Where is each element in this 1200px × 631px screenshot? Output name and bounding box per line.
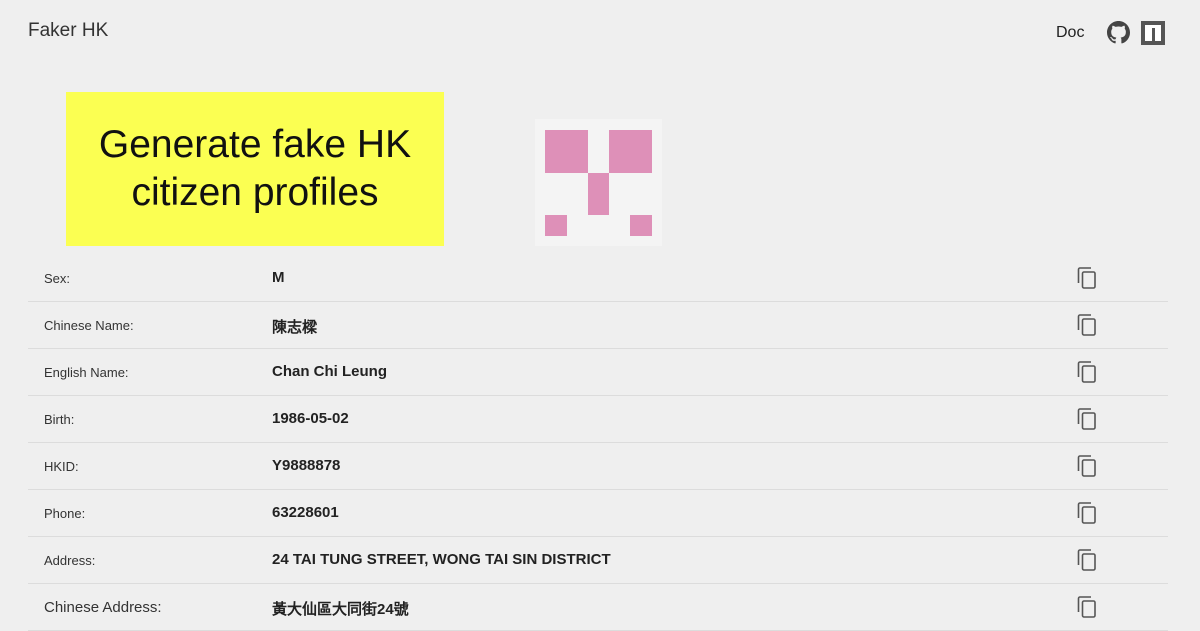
hero-banner: Generate fake HK citizen profiles: [66, 92, 444, 246]
profile-row-chinese-address: Chinese Address: 黃大仙區大同街24號: [28, 584, 1168, 631]
doc-link[interactable]: Doc: [1056, 24, 1084, 42]
profile-row-birth: Birth: 1986-05-02: [28, 396, 1168, 443]
profile-table: Sex: M Chinese Name: 陳志樑 English Name: C…: [28, 255, 1168, 631]
row-label: HKID:: [44, 459, 79, 474]
row-value: 黃大仙區大同街24號: [272, 601, 409, 618]
profile-row-address: Address: 24 TAI TUNG STREET, WONG TAI SI…: [28, 537, 1168, 584]
row-label: Phone:: [44, 506, 86, 521]
row-label: Address:: [44, 553, 96, 568]
row-label: Chinese Name:: [44, 318, 134, 333]
row-value: 63228601: [272, 504, 339, 521]
row-label: Sex:: [44, 271, 71, 286]
github-icon[interactable]: [1107, 21, 1130, 44]
profile-row-sex: Sex: M: [28, 255, 1168, 302]
row-value: Y9888878: [272, 457, 341, 474]
profile-row-english-name: English Name: Chan Chi Leung: [28, 349, 1168, 396]
npm-icon[interactable]: [1141, 21, 1165, 45]
row-label: Birth:: [44, 412, 75, 427]
copy-icon[interactable]: [1076, 266, 1098, 290]
row-value: 24 TAI TUNG STREET, WONG TAI SIN DISTRIC…: [272, 551, 611, 568]
copy-icon[interactable]: [1076, 501, 1098, 525]
profile-row-phone: Phone: 63228601: [28, 490, 1168, 537]
row-value: M: [272, 269, 285, 286]
profile-row-hkid: HKID: Y9888878: [28, 443, 1168, 490]
row-label: Chinese Address:: [44, 599, 162, 616]
identicon-block: [545, 130, 588, 173]
copy-icon[interactable]: [1076, 595, 1098, 619]
copy-icon[interactable]: [1076, 313, 1098, 337]
top-bar: Faker HK Doc: [0, 0, 1200, 64]
copy-icon[interactable]: [1076, 407, 1098, 431]
banner-line-1: Generate fake HK: [98, 123, 412, 166]
row-value: 1986-05-02: [272, 410, 349, 427]
banner-line-2: citizen profiles: [131, 171, 379, 214]
identicon-block: [609, 130, 652, 173]
copy-icon[interactable]: [1076, 548, 1098, 572]
row-value: Chan Chi Leung: [272, 363, 387, 380]
copy-icon[interactable]: [1076, 360, 1098, 384]
row-value: 陳志樑: [272, 319, 318, 336]
identicon-block: [545, 215, 567, 236]
app-title: Faker HK: [28, 20, 109, 41]
identicon-block: [588, 173, 609, 215]
identicon-block: [630, 215, 652, 236]
profile-row-chinese-name: Chinese Name: 陳志樑: [28, 302, 1168, 349]
copy-icon[interactable]: [1076, 454, 1098, 478]
row-label: English Name:: [44, 365, 129, 380]
banner-text: Generate fake HK citizen profiles: [75, 121, 435, 217]
identicon-avatar: [535, 119, 662, 246]
